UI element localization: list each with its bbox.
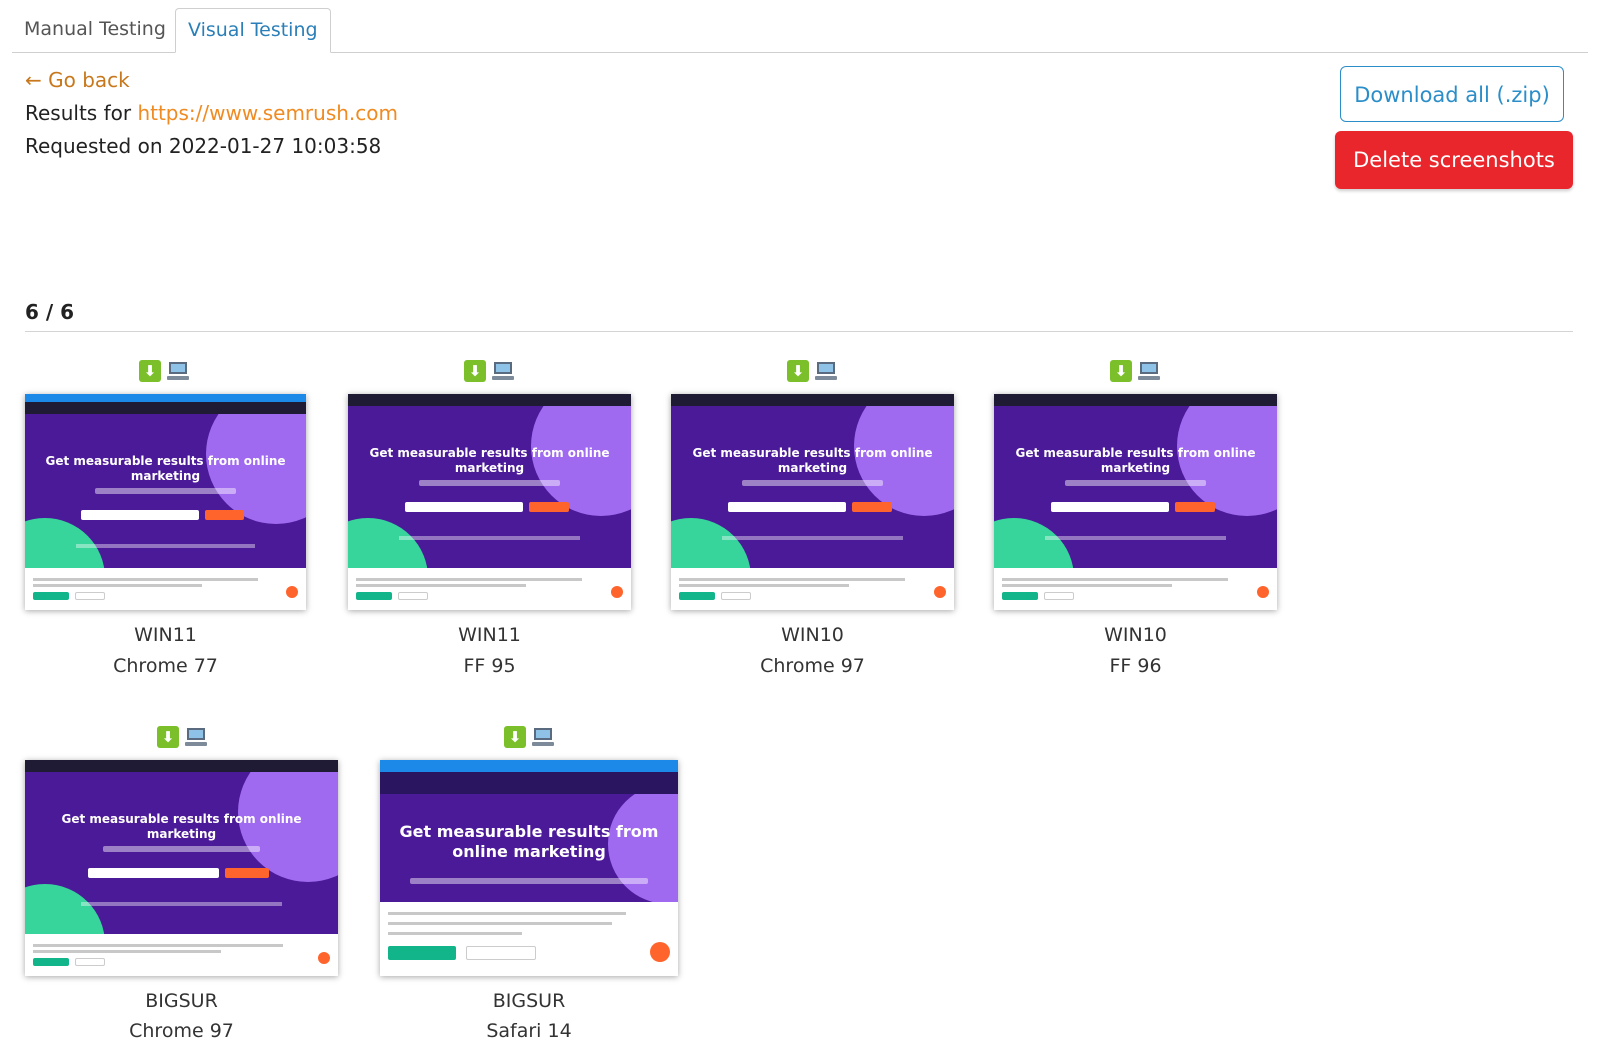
computer-icon[interactable] — [1138, 360, 1160, 382]
download-icon[interactable]: ⬇ — [504, 726, 526, 748]
computer-icon[interactable] — [185, 726, 207, 748]
download-icon[interactable]: ⬇ — [157, 726, 179, 748]
screenshot-thumbnail[interactable]: Get measurable results from online marke… — [25, 394, 306, 610]
screenshot-thumbnail[interactable]: Get measurable results from online marke… — [25, 760, 338, 976]
screenshot-thumbnail[interactable]: Get measurable results from online marke… — [994, 394, 1277, 610]
browser-label: Chrome 77 — [113, 655, 218, 677]
os-label: WIN10 — [1104, 624, 1167, 646]
browser-label: Chrome 97 — [760, 655, 865, 677]
os-label: WIN10 — [781, 624, 844, 646]
screenshot-thumbnail[interactable]: Get measurable results from online marke… — [348, 394, 631, 610]
screenshot-count: 6 / 6 — [25, 300, 75, 324]
download-icon[interactable]: ⬇ — [1110, 360, 1132, 382]
download-icon[interactable]: ⬇ — [464, 360, 486, 382]
results-for: Results for https://www.semrush.com — [25, 101, 398, 125]
screenshot-card: ⬇ Get measurable results from online mar… — [994, 360, 1277, 680]
thumbnail-headline: Get measurable results from online marke… — [369, 446, 610, 475]
thumbnail-headline: Get measurable results from online marke… — [692, 446, 933, 475]
browser-label: FF 96 — [1109, 655, 1162, 677]
screenshot-card: ⬇ Get measurable results from online mar… — [25, 726, 338, 1046]
requested-date: Requested on 2022-01-27 10:03:58 — [25, 134, 382, 158]
screenshot-card: ⬇ Get measurable results from online mar… — [25, 360, 306, 680]
os-label: WIN11 — [458, 624, 521, 646]
tab-manual-testing[interactable]: Manual Testing — [12, 8, 178, 50]
thumbnail-headline: Get measurable results from online marke… — [399, 822, 659, 861]
divider — [25, 331, 1573, 332]
screenshot-card: ⬇ Get measurable results from online mar… — [380, 726, 678, 1046]
browser-label: Chrome 97 — [129, 1020, 234, 1042]
results-prefix: Results for — [25, 101, 132, 125]
delete-screenshots-button[interactable]: Delete screenshots — [1335, 131, 1573, 189]
browser-label: FF 95 — [463, 655, 516, 677]
computer-icon[interactable] — [815, 360, 837, 382]
computer-icon[interactable] — [532, 726, 554, 748]
computer-icon[interactable] — [167, 360, 189, 382]
download-all-button[interactable]: Download all (.zip) — [1340, 66, 1564, 122]
os-label: WIN11 — [134, 624, 197, 646]
thumbnail-headline: Get measurable results from online marke… — [1015, 446, 1256, 475]
go-back-link[interactable]: ← Go back — [25, 68, 130, 92]
thumbnail-headline: Get measurable results from online marke… — [45, 454, 286, 483]
screenshot-thumbnail[interactable]: Get measurable results from online marke… — [380, 760, 678, 976]
tab-visual-testing[interactable]: Visual Testing — [175, 8, 331, 53]
os-label: BIGSUR — [492, 990, 566, 1012]
thumbnail-headline: Get measurable results from online marke… — [61, 812, 302, 841]
results-url-link[interactable]: https://www.semrush.com — [137, 101, 398, 125]
screenshot-thumbnail[interactable]: Get measurable results from online marke… — [671, 394, 954, 610]
tab-bar: Manual Testing Visual Testing — [12, 0, 1588, 53]
screenshot-card: ⬇ Get measurable results from online mar… — [671, 360, 954, 680]
browser-label: Safari 14 — [486, 1020, 572, 1042]
os-label: BIGSUR — [145, 990, 218, 1012]
download-icon[interactable]: ⬇ — [139, 360, 161, 382]
screenshot-card: ⬇ Get measurable results from online mar… — [348, 360, 631, 680]
computer-icon[interactable] — [492, 360, 514, 382]
download-icon[interactable]: ⬇ — [787, 360, 809, 382]
